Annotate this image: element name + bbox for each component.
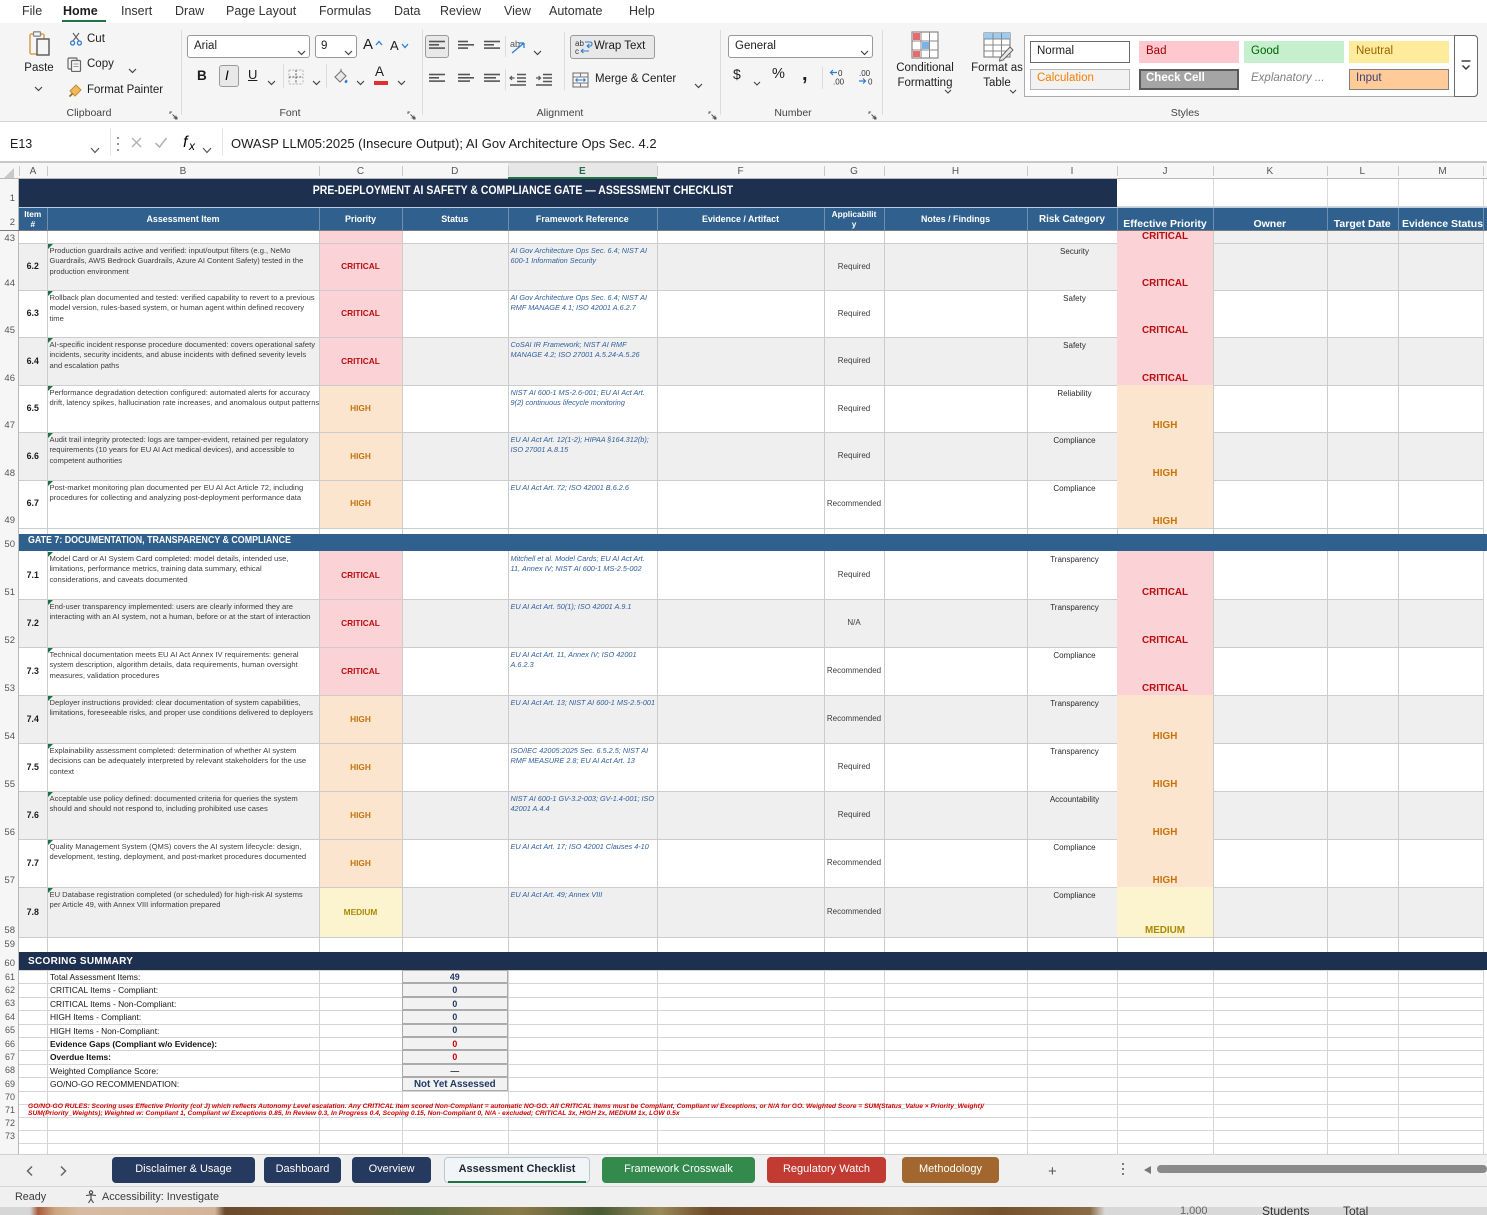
svg-text:c: c — [575, 47, 579, 55]
svg-text:.00: .00 — [833, 78, 845, 87]
svg-text:0: 0 — [868, 78, 873, 87]
